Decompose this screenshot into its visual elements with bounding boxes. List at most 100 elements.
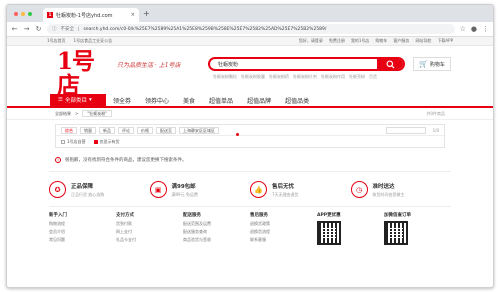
checkbox-icon — [61, 139, 65, 144]
forward-icon[interactable]: → — [23, 25, 30, 33]
price-range-input[interactable] — [385, 126, 426, 134]
guarantee-item[interactable]: ▣ 满99包邮 满99元 免运费 — [149, 181, 251, 198]
menu-item[interactable]: 超值品类 — [278, 94, 316, 106]
footer-link[interactable]: 退换货政策 — [250, 221, 317, 227]
reload-icon[interactable]: ↻ — [35, 25, 42, 33]
logo-sub: YHD.COM — [57, 102, 88, 108]
search-input[interactable]: 牡蛎炭粉 — [210, 61, 377, 68]
hot-keyword[interactable]: 牡蛎炭粉药 — [269, 74, 289, 80]
new-tab-button[interactable]: + — [143, 9, 150, 18]
topbar-notice-link[interactable]: 1号店食品工业证公告 — [74, 38, 113, 44]
footer-link[interactable]: 礼品卡支付 — [116, 237, 183, 243]
menu-item[interactable]: 超值品牌 — [240, 94, 278, 106]
info-icon[interactable]: ⓘ — [52, 26, 57, 32]
self-operated-label: 1号店自营 — [67, 138, 86, 144]
menu-item[interactable]: 领券中心 — [138, 94, 176, 106]
page-indicator: 1/0 — [432, 127, 439, 133]
sort-price[interactable]: 价格 — [137, 126, 153, 134]
guarantee-title: 售后无忧 — [272, 183, 295, 190]
guarantee-item[interactable]: 👍 售后无忧 7天无理由退货 — [250, 181, 351, 198]
breadcrumb-query[interactable]: "牡蛎炭粉" — [82, 110, 113, 117]
customer-service-link[interactable]: 客户服务 — [393, 38, 409, 44]
in-stock-checkbox[interactable]: 仅显示有货 — [93, 138, 120, 145]
footer-heading: 配送服务 — [183, 213, 201, 218]
footer-heading: 支付方式 — [116, 213, 134, 218]
back-icon[interactable]: ← — [11, 25, 18, 33]
site-header: 1号店 YHD.COM 只为品质生活 · 上1号店 牡蛎炭粉 牡蛎炭粉颗粒 牡蛎… — [7, 46, 493, 109]
guarantee-title: 正品保障 — [71, 183, 94, 190]
bookmark-star-icon[interactable]: ☆ — [460, 25, 466, 33]
footer-link[interactable]: 退换货流程 — [250, 229, 317, 235]
sort-sales[interactable]: 销量 — [80, 126, 96, 134]
footer-link[interactable]: 常见问题 — [49, 237, 116, 243]
profile-icon[interactable]: ● — [471, 25, 477, 33]
footer-link[interactable]: 商品验货与签收 — [183, 237, 250, 243]
hot-keywords: 牡蛎炭粉颗粒 牡蛎炭粉胶囊 牡蛎炭粉药 牡蛎炭粉片剂 牡蛎炭粉作用 牡蛎壳粉 百… — [213, 74, 377, 80]
maximize-window-button[interactable] — [28, 12, 32, 16]
menu-item[interactable]: 超值单品 — [202, 94, 240, 106]
favicon-icon: 1 — [47, 12, 53, 18]
guarantee-item[interactable]: ✪ 正品保障 正品行货 放心选购 — [49, 181, 150, 198]
clock-icon: ◷ — [350, 181, 368, 198]
guarantee-item[interactable]: ◷ 准时送达 收货时间由您做主 — [350, 181, 452, 198]
cart-label: 购物车 — [429, 61, 445, 68]
tab-close-icon[interactable]: × — [131, 12, 135, 18]
login-link[interactable]: 您好，请登录 — [299, 38, 323, 44]
browser-tab[interactable]: 1 牡蛎炭粉-1号店yhd.com × — [43, 8, 139, 22]
menu-item[interactable]: 领全券 — [106, 94, 138, 106]
self-operated-checkbox[interactable]: 1号店自营 — [61, 139, 86, 145]
guarantee-sub: 正品行货 放心选购 — [71, 191, 105, 197]
menu-dots-icon[interactable]: ⋮ — [482, 25, 489, 33]
cart-icon: 🛒 — [419, 60, 428, 68]
site-logo[interactable]: 1号店 YHD.COM — [57, 50, 103, 109]
footer-column: 售后服务 退换货政策 退换货流程 联系客服 — [250, 212, 317, 245]
search-box: 牡蛎炭粉 — [208, 57, 405, 71]
footer-link[interactable]: 联系客服 — [250, 237, 317, 243]
address-bar: ← → ↻ ⓘ 不安全 | search.yhd.com/c0-0/k%25E7… — [7, 22, 493, 37]
hot-keyword[interactable]: 牡蛎炭粉颗粒 — [213, 74, 237, 80]
active-indicator — [236, 133, 239, 136]
sort-row: 综合 销量 新品 评论 价格 配送至 上海静安区区域区 1/0 — [56, 125, 444, 136]
hot-keyword[interactable]: 牡蛎壳粉 — [349, 74, 365, 80]
my-yhd-link[interactable]: 我的1号店 — [351, 38, 370, 44]
footer-link[interactable]: 会员介绍 — [49, 229, 116, 235]
tab-title: 牡蛎炭粉-1号店yhd.com — [56, 12, 113, 19]
topbar-home-link[interactable]: 1号店首页 — [47, 38, 66, 44]
topbar-cart-link[interactable]: 购物车 — [375, 38, 387, 44]
footer-link[interactable]: 网上支付 — [116, 229, 183, 235]
sort-new[interactable]: 新品 — [99, 126, 115, 134]
search-button[interactable] — [377, 59, 403, 69]
tab-bar: 1 牡蛎炭粉-1号店yhd.com × + — [7, 5, 493, 22]
footer-heading: 售后服务 — [250, 213, 268, 218]
footer-column: APP更优惠 — [317, 212, 384, 245]
sort-reviews[interactable]: 评论 — [118, 126, 134, 134]
hot-keyword[interactable]: 牡蛎炭粉胶囊 — [241, 74, 265, 80]
site-nav-link[interactable]: 网站导航 — [415, 38, 431, 44]
close-window-button[interactable] — [14, 12, 18, 16]
footer-link[interactable]: 配送服务查询 — [183, 229, 250, 235]
truck-icon: ▣ — [149, 181, 167, 198]
in-stock-label: 仅显示有货 — [99, 138, 120, 144]
breadcrumb-all[interactable]: 全部结果 — [55, 111, 71, 117]
register-link[interactable]: 免费注册 — [329, 38, 345, 44]
footer-link[interactable]: 配送范围及运费 — [183, 221, 250, 227]
footer-column: 配送服务 配送范围及运费 配送服务查询 商品验货与签收 — [183, 212, 250, 245]
footer-link[interactable]: 货到付款 — [116, 221, 183, 227]
checkbox-checked-icon — [93, 139, 98, 144]
option-row: 1号店自营 仅显示有货 — [56, 136, 444, 147]
hot-keyword[interactable]: 百货 — [369, 74, 377, 80]
download-app-link[interactable]: 下载APP — [437, 38, 453, 44]
deliver-region-select[interactable]: 上海静安区区域区 — [179, 126, 219, 134]
footer-heading: 新手入门 — [49, 213, 67, 218]
ribbon-icon: ✪ — [49, 181, 66, 198]
sort-composite[interactable]: 综合 — [61, 126, 77, 134]
menu-item[interactable]: 美食 — [176, 94, 202, 106]
hot-keyword[interactable]: 牡蛎炭粉作用 — [321, 74, 345, 80]
footer-link[interactable]: 购物流程 — [49, 221, 116, 227]
guarantee-title: 满99包邮 — [171, 183, 196, 190]
footer-heading: 加微信查订单 — [384, 213, 411, 218]
cart-button[interactable]: 🛒 购物车 — [413, 57, 451, 71]
url-field[interactable]: ⓘ 不安全 | search.yhd.com/c0-0/k%25E7%2589%… — [47, 24, 455, 34]
hot-keyword[interactable]: 牡蛎炭粉片剂 — [293, 74, 317, 80]
minimize-window-button[interactable] — [21, 12, 25, 16]
